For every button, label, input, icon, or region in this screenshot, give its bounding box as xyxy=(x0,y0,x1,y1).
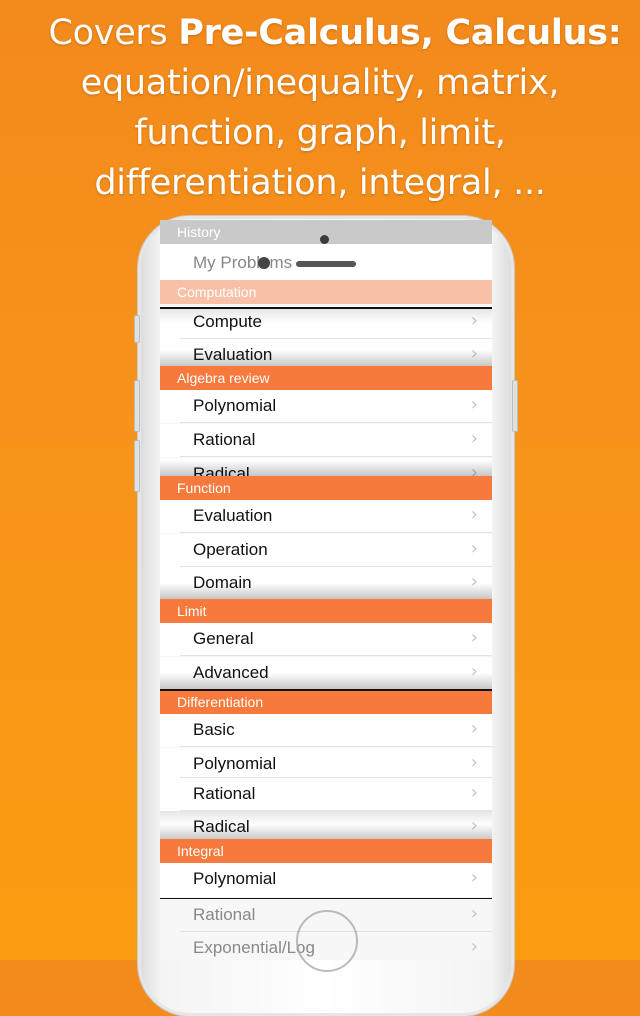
section-header-algebra-review: Algebra review xyxy=(160,366,492,390)
chevron-right-icon: › xyxy=(470,752,478,773)
chevron-right-icon: › xyxy=(470,571,478,592)
camera-icon xyxy=(320,235,329,244)
headline-line-4: differentiation, integral, ... xyxy=(94,163,546,203)
list-item-diff-basic[interactable]: Basic › xyxy=(160,714,492,747)
list-item-algebra-rational[interactable]: Rational › xyxy=(160,424,492,457)
chevron-right-icon: › xyxy=(470,310,478,331)
list-item-diff-polynomial[interactable]: Polynomial › xyxy=(160,748,492,778)
list-item-compute[interactable]: Compute › xyxy=(160,306,492,339)
chevron-right-icon: › xyxy=(470,504,478,525)
list-item-function-operation[interactable]: Operation › xyxy=(160,534,492,567)
section-header-differentiation: Differentiation xyxy=(160,690,492,714)
app-screen: History My Problems Computation Compute ›… xyxy=(160,220,492,960)
section-header-function: Function xyxy=(160,476,492,500)
headline-bold-topics: Pre-Calculus, Calculus: xyxy=(178,13,622,53)
power-button xyxy=(512,380,518,432)
section-header-limit: Limit xyxy=(160,599,492,623)
speaker-grille xyxy=(296,261,356,267)
promo-headline: Covers Pre-Calculus, Calculus: equation/… xyxy=(0,8,640,208)
volume-up-button xyxy=(134,380,140,432)
list-item-limit-advanced[interactable]: Advanced › xyxy=(160,657,492,690)
list-item-algebra-polynomial[interactable]: Polynomial › xyxy=(160,390,492,423)
volume-down-button xyxy=(134,440,140,492)
list-item-integral-polynomial[interactable]: Polynomial › xyxy=(160,863,492,897)
mute-switch xyxy=(134,315,140,343)
chevron-right-icon: › xyxy=(470,815,478,836)
chevron-right-icon: › xyxy=(470,867,478,888)
front-camera-icon xyxy=(258,257,270,269)
chevron-right-icon: › xyxy=(470,428,478,449)
chevron-right-icon: › xyxy=(470,394,478,415)
chevron-right-icon: › xyxy=(470,718,478,739)
list-item-diff-rational[interactable]: Rational › xyxy=(160,778,492,811)
home-button[interactable] xyxy=(296,910,358,972)
list-item-function-domain[interactable]: Domain › xyxy=(160,567,492,600)
section-header-computation: Computation xyxy=(160,280,492,304)
section-header-integral: Integral xyxy=(160,839,492,863)
chevron-right-icon: › xyxy=(470,661,478,682)
chevron-right-icon: › xyxy=(470,538,478,559)
chevron-right-icon: › xyxy=(470,782,478,803)
list-item-function-evaluation[interactable]: Evaluation › xyxy=(160,500,492,533)
list-item-limit-general[interactable]: General › xyxy=(160,623,492,656)
headline-line-2: equation/inequality, matrix, xyxy=(80,63,560,103)
chevron-right-icon: › xyxy=(470,903,478,924)
chevron-right-icon: › xyxy=(470,343,478,364)
headline-line-3: function, graph, limit, xyxy=(134,113,506,153)
headline-line-1: Covers Pre-Calculus, Calculus: xyxy=(48,13,622,53)
chevron-right-icon: › xyxy=(470,936,478,957)
chevron-right-icon: › xyxy=(470,627,478,648)
